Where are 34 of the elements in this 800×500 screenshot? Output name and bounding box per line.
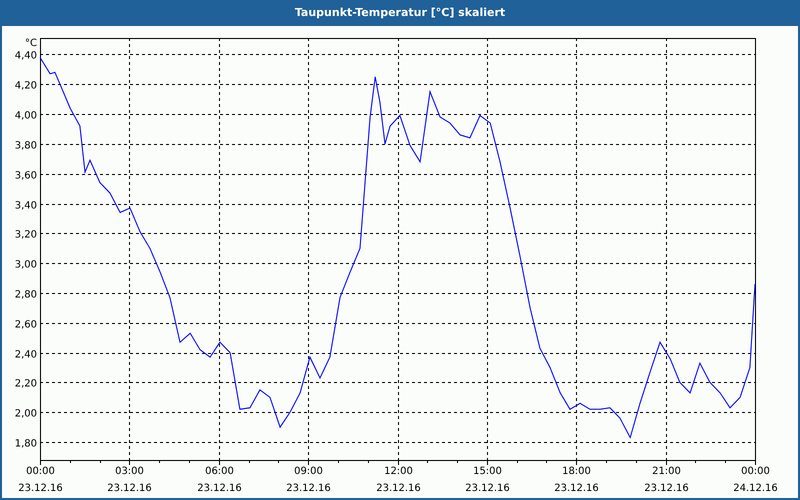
x-date-label: 23.12.16 xyxy=(465,483,510,494)
x-date-label: 23.12.16 xyxy=(554,483,599,494)
x-date-label: 24.12.16 xyxy=(733,483,778,494)
x-tick-label: 15:00 xyxy=(473,466,502,477)
y-tick-label: 3,40 xyxy=(14,200,37,212)
y-tick-label: 4,20 xyxy=(14,80,37,92)
x-date-label: 23.12.16 xyxy=(376,483,421,494)
y-tick-label: 2,20 xyxy=(14,378,37,390)
window-title: Taupunkt-Temperatur [°C] skaliert xyxy=(294,4,506,21)
y-tick-label: 3,00 xyxy=(14,260,37,270)
x-tick-label: 00:00 xyxy=(26,466,55,477)
x-date-label: 23.12.16 xyxy=(197,483,242,494)
y-axis-unit: °C xyxy=(25,38,37,49)
y-tick-label: 2,80 xyxy=(14,290,37,300)
y-tick-label: 2,60 xyxy=(14,320,37,330)
x-tick-label: 03:00 xyxy=(115,466,144,477)
x-tick-label: 12:00 xyxy=(384,466,413,477)
y-tick-label: 2,40 xyxy=(14,350,37,360)
x-tick-label: 06:00 xyxy=(205,466,234,477)
x-date-label: 23.12.16 xyxy=(18,483,63,494)
x-tick-label: 21:00 xyxy=(652,466,681,477)
x-tick-label: 09:00 xyxy=(294,466,323,477)
y-tick-label: 3,20 xyxy=(14,230,37,240)
x-tick-label: 18:00 xyxy=(562,466,591,477)
y-tick-label: 2,00 xyxy=(14,408,37,420)
x-date-label: 23.12.16 xyxy=(107,483,152,494)
x-date-label: 23.12.16 xyxy=(644,483,689,494)
y-tick-label: 3,80 xyxy=(14,140,37,152)
y-tick-label: 4,00 xyxy=(14,110,37,122)
x-tick-label: 00:00 xyxy=(741,466,770,477)
y-tick-label: 1,80 xyxy=(14,438,37,450)
x-date-label: 23.12.16 xyxy=(286,483,331,494)
y-tick-label: 3,60 xyxy=(14,170,37,182)
y-tick-label: 4,40 xyxy=(14,50,37,62)
